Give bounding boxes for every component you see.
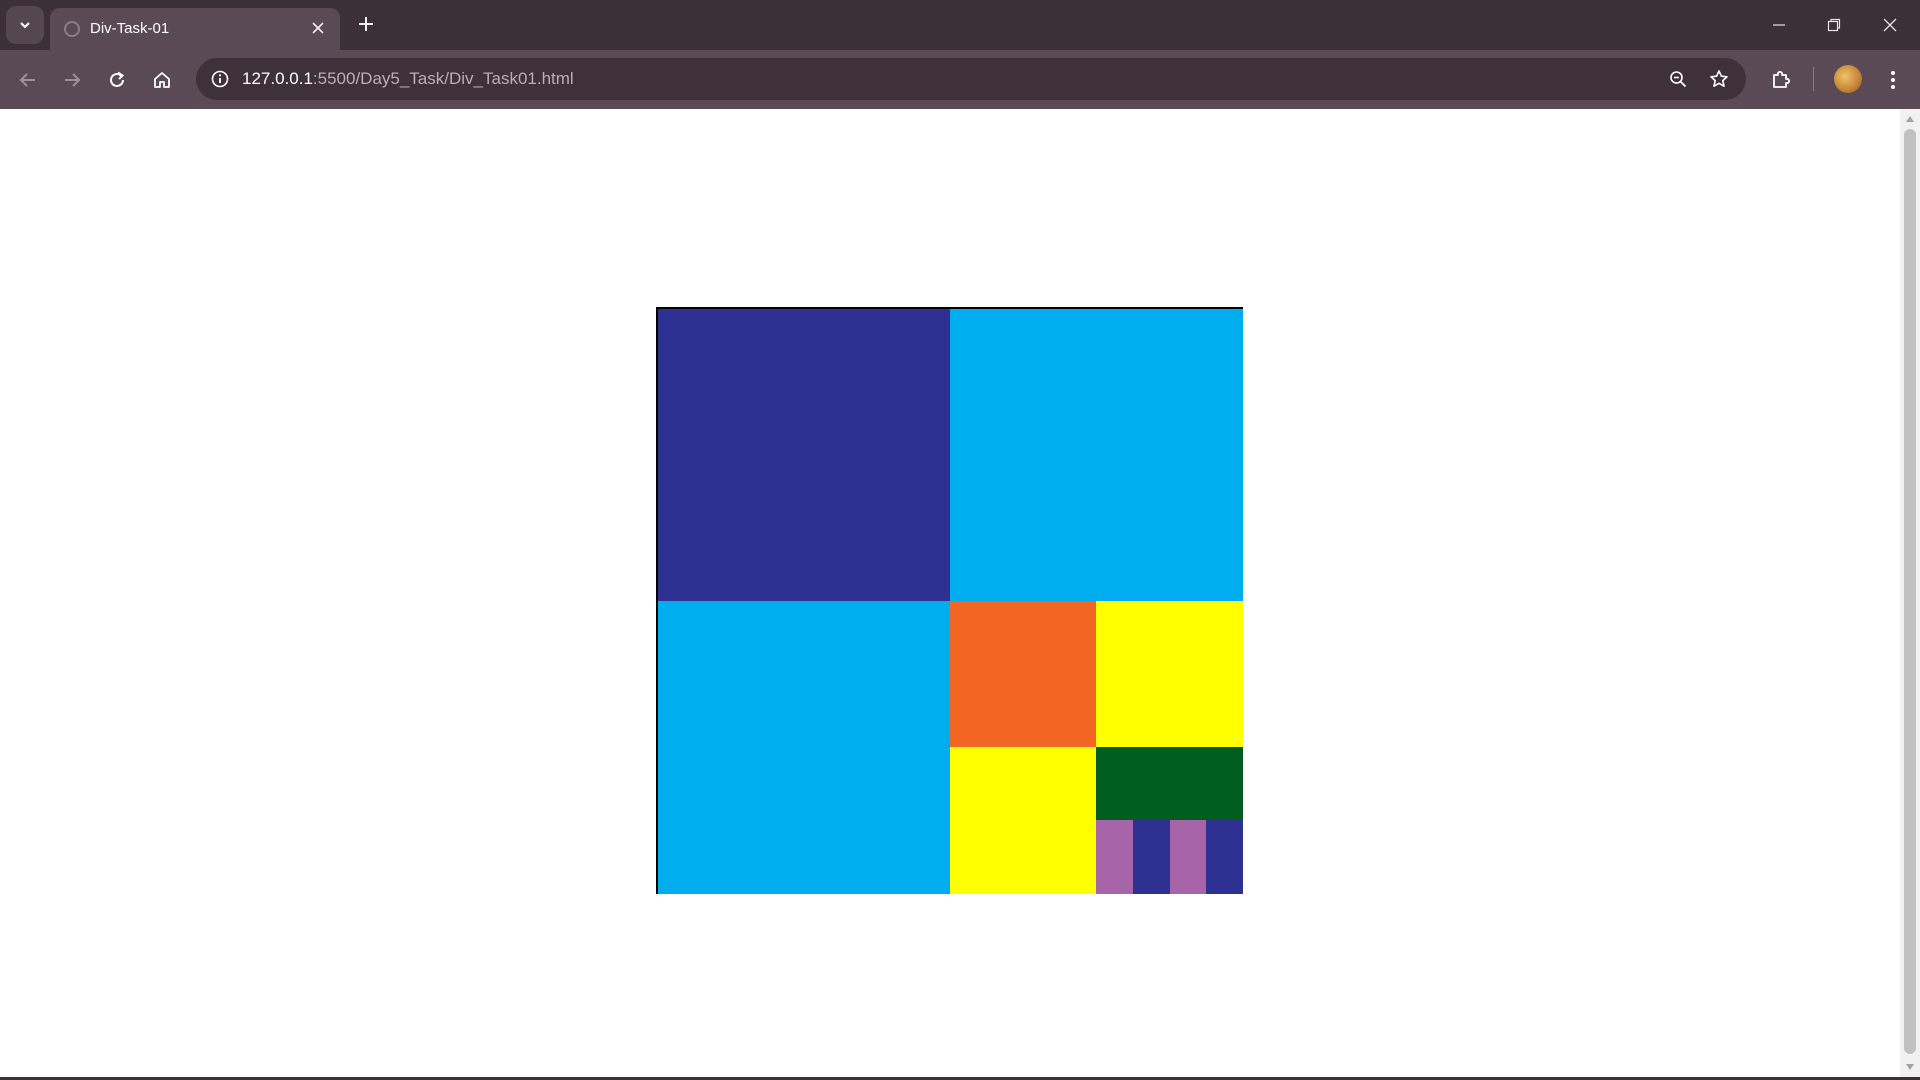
reload-button[interactable]: [100, 63, 134, 97]
close-window-button[interactable]: [1862, 0, 1918, 50]
scroll-down-arrow-icon[interactable]: [1904, 1061, 1916, 1073]
url-text[interactable]: 127.0.0.1:5500/Day5_Task/Div_Task01.html: [242, 69, 574, 89]
new-tab-button[interactable]: [352, 10, 380, 38]
back-button[interactable]: [11, 63, 45, 97]
orange-block: [950, 601, 1096, 747]
vertical-scrollbar[interactable]: [1900, 109, 1920, 1077]
globe-icon: [64, 21, 80, 37]
info-icon: [211, 70, 229, 88]
extensions-button[interactable]: [1764, 63, 1798, 97]
browser-tab[interactable]: Div-Task-01: [50, 8, 340, 50]
profile-avatar[interactable]: [1834, 65, 1862, 93]
close-icon[interactable]: [308, 18, 328, 38]
plus-icon: [359, 17, 373, 31]
yellow-block-top: [1096, 601, 1243, 747]
bookmark-button[interactable]: [1703, 63, 1735, 95]
restore-button[interactable]: [1806, 0, 1862, 50]
url-path: :5500/Day5_Task/Div_Task01.html: [312, 69, 574, 88]
minimize-button[interactable]: [1751, 0, 1807, 50]
scroll-up-arrow-icon[interactable]: [1904, 113, 1916, 125]
kebab-menu-icon: [1891, 71, 1895, 89]
site-info-button[interactable]: [204, 63, 236, 95]
purple-stripe-2: [1170, 820, 1206, 894]
tab-search-button[interactable]: [6, 6, 44, 44]
zoom-out-icon: [1670, 71, 1687, 88]
navy-stripe-1: [1133, 820, 1170, 894]
browser-menu-button[interactable]: [1876, 63, 1910, 97]
tab-strip: Div-Task-01: [0, 0, 1920, 50]
browser-toolbar: 127.0.0.1:5500/Day5_Task/Div_Task01.html: [0, 50, 1920, 109]
div-task-container: [656, 307, 1243, 894]
close-icon: [1883, 18, 1897, 32]
green-block: [1096, 747, 1243, 820]
minimize-icon: [1773, 24, 1785, 26]
forward-button[interactable]: [55, 63, 89, 97]
cyan-block-top-right: [950, 309, 1243, 601]
home-button[interactable]: [145, 63, 179, 97]
home-icon: [154, 72, 170, 88]
url-host: 127.0.0.1: [242, 69, 313, 88]
restore-icon: [1827, 18, 1841, 32]
star-icon: [1710, 70, 1728, 87]
toolbar-divider: [1813, 67, 1814, 91]
tab-title: Div-Task-01: [90, 20, 170, 37]
cyan-block-bottom-left: [658, 601, 950, 894]
puzzle-icon: [1773, 71, 1790, 88]
arrow-right-icon: [65, 73, 81, 87]
yellow-block-bottom: [950, 747, 1096, 894]
zoom-button[interactable]: [1662, 63, 1694, 95]
chevron-down-icon: [20, 22, 30, 29]
reload-icon: [110, 71, 125, 87]
arrow-left-icon: [19, 73, 35, 87]
navy-stripe-2: [1206, 820, 1243, 894]
navy-block-top-left: [658, 309, 950, 601]
scrollbar-thumb[interactable]: [1904, 129, 1916, 1054]
address-bar[interactable]: 127.0.0.1:5500/Day5_Task/Div_Task01.html: [196, 58, 1746, 100]
purple-stripe-1: [1096, 820, 1133, 894]
